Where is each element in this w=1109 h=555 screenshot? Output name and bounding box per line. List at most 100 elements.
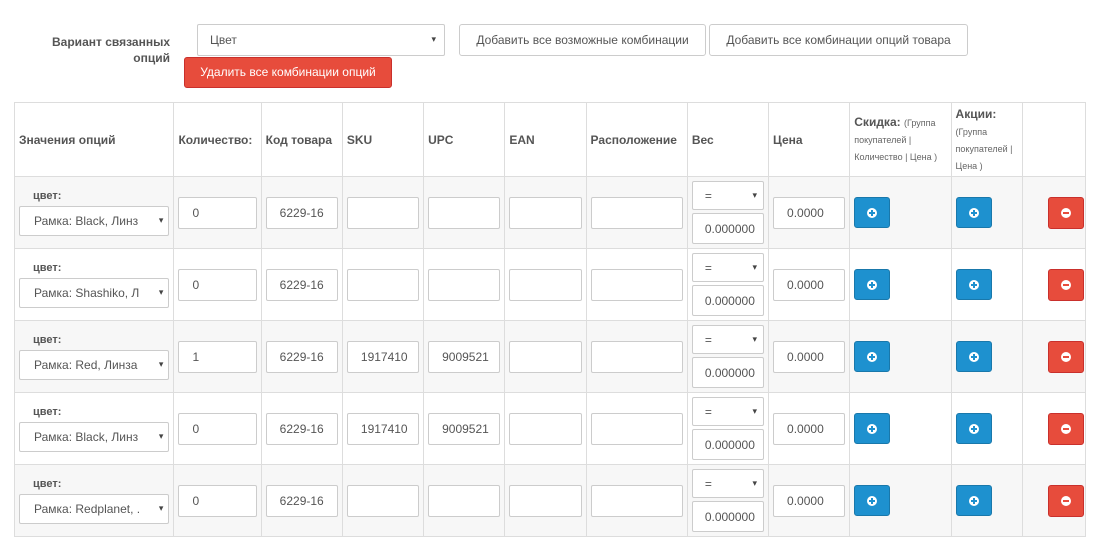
- model-input[interactable]: 6229-16: [265, 484, 338, 517]
- minus-circle-icon: [1060, 279, 1071, 290]
- model-input[interactable]: 6229-16: [265, 196, 338, 229]
- quantity-input[interactable]: 0: [178, 196, 257, 229]
- add-discount-button[interactable]: [854, 341, 891, 372]
- add-special-button[interactable]: [955, 197, 992, 228]
- ean-input[interactable]: [509, 412, 582, 445]
- quantity-input[interactable]: 0: [178, 484, 257, 517]
- option-label: цвет:: [33, 261, 62, 274]
- option-value-text: Рамка: Red, Линза: [34, 357, 138, 372]
- variant-label: Вариант связанных опций: [52, 35, 170, 65]
- weight-input[interactable]: 0.000000: [691, 213, 765, 244]
- sku-cell: 1917410: [341, 320, 425, 393]
- upc-input[interactable]: 9009521: [428, 412, 501, 445]
- table-row: цвет: Рамка: Redplanet, . ▾ 0 6229-16 = …: [13, 464, 1087, 537]
- weight-input[interactable]: 0.000000: [691, 501, 765, 532]
- option-label: цвет:: [33, 333, 62, 346]
- weight-input[interactable]: 0.000000: [691, 285, 765, 316]
- sku-input[interactable]: [346, 484, 420, 517]
- option-value-select[interactable]: Рамка: Shashiko, Л ▾: [19, 277, 170, 308]
- ean-cell: [504, 176, 587, 249]
- add-discount-button[interactable]: [854, 485, 891, 516]
- weight-prefix-select[interactable]: = ▾: [691, 253, 765, 282]
- option-value-select[interactable]: Рамка: Black, Линз ▾: [19, 421, 170, 452]
- header-price: Цена: [768, 102, 851, 177]
- weight-prefix-select[interactable]: = ▾: [691, 469, 765, 498]
- upc-input[interactable]: [428, 268, 501, 301]
- header-discount: Скидка: (Группа покупателей | Количество…: [849, 102, 952, 177]
- sku-input[interactable]: 1917410: [346, 412, 420, 445]
- weight-prefix-select[interactable]: = ▾: [691, 181, 765, 210]
- model-cell: 6229-16: [260, 248, 343, 321]
- upc-cell: 9009521: [423, 320, 506, 393]
- upc-cell: [423, 176, 506, 249]
- add-discount-button[interactable]: [854, 269, 891, 300]
- caret-down-icon: ▾: [752, 190, 758, 200]
- plus-circle-icon: [867, 495, 878, 506]
- plus-circle-icon: [968, 351, 979, 362]
- weight-input[interactable]: 0.000000: [691, 357, 765, 388]
- price-input[interactable]: 0.0000: [773, 196, 846, 229]
- model-input[interactable]: 6229-16: [265, 268, 338, 301]
- price-input[interactable]: 0.0000: [773, 268, 846, 301]
- add-special-button[interactable]: [955, 341, 992, 372]
- remove-cell: [1021, 176, 1087, 249]
- remove-row-button[interactable]: [1047, 412, 1084, 445]
- weight-prefix-value: =: [704, 405, 712, 419]
- location-input[interactable]: [590, 268, 683, 301]
- add-discount-button[interactable]: [854, 413, 891, 444]
- add-special-button[interactable]: [955, 413, 992, 444]
- quantity-input[interactable]: 0: [178, 412, 257, 445]
- model-input[interactable]: 6229-16: [265, 340, 338, 373]
- location-input[interactable]: [590, 412, 683, 445]
- header-ean: EAN: [504, 102, 587, 177]
- add-discount-button[interactable]: [854, 197, 891, 228]
- price-input[interactable]: 0.0000: [773, 484, 846, 517]
- weight-prefix-select[interactable]: = ▾: [691, 397, 765, 426]
- location-input[interactable]: [590, 484, 683, 517]
- remove-row-button[interactable]: [1047, 196, 1084, 229]
- location-cell: [585, 464, 688, 537]
- add-special-button[interactable]: [955, 485, 992, 516]
- price-input[interactable]: 0.0000: [773, 340, 846, 373]
- option-value-select[interactable]: Рамка: Red, Линза ▾: [19, 349, 170, 380]
- option-value-cell: цвет: Рамка: Redplanet, . ▾: [13, 464, 175, 537]
- plus-circle-icon: [968, 279, 979, 290]
- option-value-select[interactable]: Рамка: Black, Линз ▾: [19, 205, 170, 236]
- remove-row-button[interactable]: [1047, 484, 1084, 517]
- sku-input[interactable]: [346, 268, 420, 301]
- remove-row-button[interactable]: [1047, 340, 1084, 373]
- location-input[interactable]: [590, 340, 683, 373]
- header-option-values: Значения опций: [13, 102, 175, 177]
- plus-circle-icon: [867, 279, 878, 290]
- quantity-input[interactable]: 1: [178, 340, 257, 373]
- remove-row-button[interactable]: [1047, 268, 1084, 301]
- sku-input[interactable]: [346, 196, 420, 229]
- price-input[interactable]: 0.0000: [773, 412, 846, 445]
- upc-cell: 9009521: [423, 392, 506, 465]
- ean-cell: [504, 464, 587, 537]
- ean-input[interactable]: [509, 340, 582, 373]
- upc-input[interactable]: 9009521: [428, 340, 501, 373]
- ean-input[interactable]: [509, 484, 582, 517]
- header-special-title: Акции:: [955, 106, 997, 121]
- upc-input[interactable]: [428, 484, 501, 517]
- model-input[interactable]: 6229-16: [265, 412, 338, 445]
- location-input[interactable]: [590, 196, 683, 229]
- discount-cell: [849, 392, 952, 465]
- variant-select[interactable]: Цвет ▾: [197, 24, 445, 56]
- quantity-input[interactable]: 0: [178, 268, 257, 301]
- delete-all-combinations-button[interactable]: Удалить все комбинации опций: [184, 57, 392, 88]
- weight-prefix-select[interactable]: = ▾: [691, 325, 765, 354]
- weight-input[interactable]: 0.000000: [691, 429, 765, 460]
- add-special-button[interactable]: [955, 269, 992, 300]
- ean-input[interactable]: [509, 268, 582, 301]
- upc-input[interactable]: [428, 196, 501, 229]
- sku-input[interactable]: 1917410: [346, 340, 420, 373]
- upc-cell: [423, 464, 506, 537]
- minus-circle-icon: [1060, 495, 1071, 506]
- add-all-possible-button[interactable]: Добавить все возможные комбинации: [459, 24, 706, 56]
- add-all-product-combinations-button[interactable]: Добавить все комбинации опций товара: [709, 24, 968, 56]
- remove-cell: [1021, 464, 1087, 537]
- ean-input[interactable]: [509, 196, 582, 229]
- option-value-select[interactable]: Рамка: Redplanet, . ▾: [19, 493, 170, 524]
